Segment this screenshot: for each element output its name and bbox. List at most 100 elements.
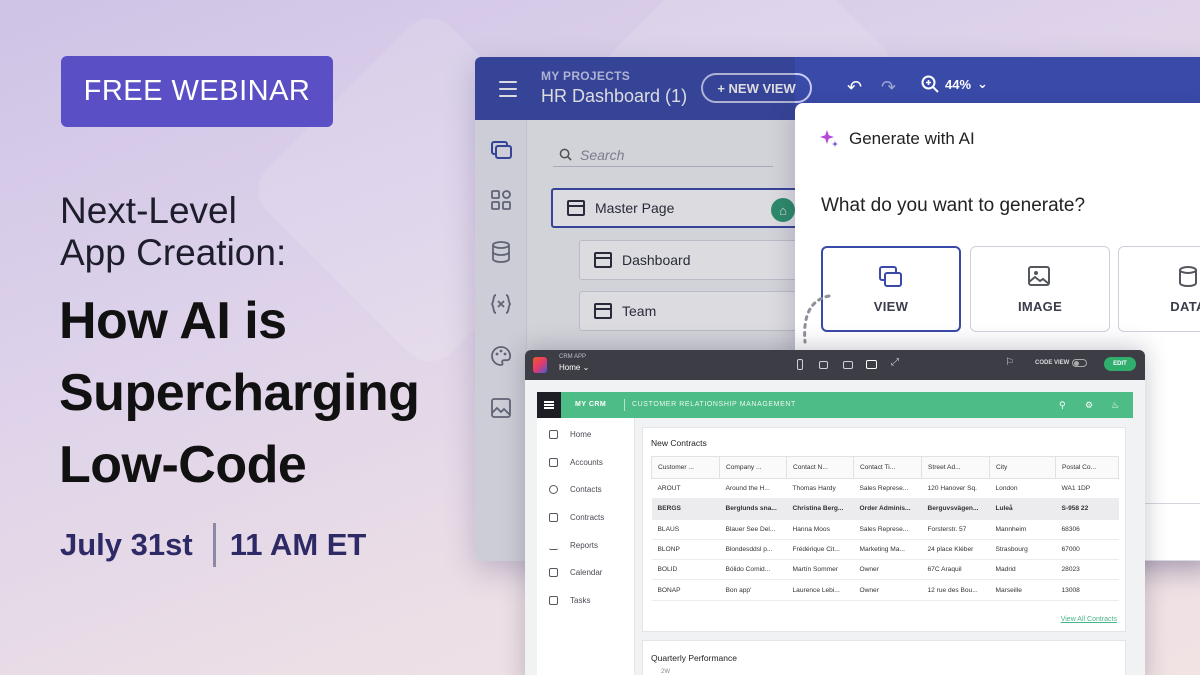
table-cell: Forsterstr. 57: [921, 519, 990, 540]
code-view-label: CODE VIEW: [1035, 360, 1070, 366]
fullscreen-icon[interactable]: ⤢: [891, 357, 899, 368]
column-header[interactable]: City: [989, 456, 1056, 479]
desktop-device-icon[interactable]: [866, 360, 877, 369]
table-cell: Christina Berg...: [786, 498, 854, 520]
zoom-in-icon: [921, 75, 939, 93]
table-cell: BONAP: [651, 579, 720, 601]
redo-icon[interactable]: ↷: [881, 77, 896, 98]
table-cell: Owner: [853, 559, 922, 581]
mobile-device-icon[interactable]: [797, 359, 803, 370]
column-header[interactable]: Company ...: [719, 456, 787, 479]
flag-icon[interactable]: ⚐: [1005, 357, 1014, 368]
crm-brand: MY CRM: [575, 401, 607, 408]
column-header[interactable]: Contact N...: [786, 456, 854, 479]
crm-editor-toolbar: CRM APP Home ⌄ ⤢ ⚐ CODE VIEW EDIT: [525, 350, 1145, 380]
zoom-level: 44%: [945, 76, 972, 92]
table-row[interactable]: BERGS Berglunds sna... Christina Berg... Or…: [651, 498, 1119, 520]
gear-icon[interactable]: ⚙: [1085, 400, 1093, 411]
generate-image-option[interactable]: IMAGE: [970, 246, 1110, 332]
table-cell: Bólido Comid...: [719, 559, 787, 581]
table-cell: Order Adminis...: [853, 498, 922, 520]
sidebar-item-accounts[interactable]: Accounts: [549, 458, 603, 467]
table-cell: Strasbourg: [989, 539, 1056, 561]
table-row[interactable]: BOLID Bólido Comid... Martín Sommer Owner 67…: [651, 559, 1119, 581]
table-cell: Around the H...: [719, 478, 787, 500]
table-cell: Mannheim: [989, 519, 1056, 540]
column-header[interactable]: Contact Ti...: [853, 456, 922, 479]
column-header[interactable]: Postal Co...: [1055, 456, 1119, 479]
menu-icon[interactable]: [537, 392, 561, 418]
bell-icon[interactable]: ♨: [1111, 400, 1119, 411]
table-row[interactable]: BLONP Blondesddsl p... Frédérique Cit... Ma…: [651, 539, 1119, 561]
crm-header-bar: MY CRM CUSTOMER RELATIONSHIP MANAGEMENT …: [537, 392, 1133, 418]
table-cell: Laurence Lebi...: [786, 579, 854, 601]
chart-label: 2W: [661, 669, 670, 675]
table-cell: BOLID: [651, 559, 720, 581]
subtitle-line: App Creation:: [60, 232, 287, 273]
quarterly-performance-card: Quarterly Performance 2W: [642, 640, 1126, 675]
sidebar-item-label: Reports: [570, 541, 599, 550]
person-icon: [549, 485, 558, 494]
sidebar-item-calendar[interactable]: Calendar: [549, 568, 602, 577]
option-label: DATA: [1170, 298, 1200, 314]
sparkle-icon: [820, 130, 838, 147]
table-cell: 28023: [1055, 559, 1119, 581]
crm-app-label: CRM APP: [559, 354, 587, 360]
chevron-down-icon: ⌄: [582, 363, 590, 372]
image-icon: [1028, 265, 1050, 286]
sidebar-item-contacts[interactable]: Contacts: [549, 485, 602, 494]
table-cell: Marketing Ma...: [853, 539, 922, 561]
laptop-device-icon[interactable]: [843, 361, 853, 369]
table-cell: WA1 1DP: [1055, 478, 1119, 500]
free-webinar-badge: FREE WEBINAR: [61, 56, 333, 127]
card-title: New Contracts: [651, 438, 707, 448]
table-row[interactable]: BONAP Bon app' Laurence Lebi... Owner 12 rue…: [651, 579, 1119, 601]
table-cell: Berglunds sna...: [719, 498, 787, 520]
sidebar-item-label: Tasks: [570, 596, 591, 605]
table-cell: Owner: [853, 579, 922, 601]
table-cell: London: [989, 478, 1056, 500]
ai-panel-title: Generate with AI: [819, 129, 975, 149]
search-icon[interactable]: ⚲: [1059, 400, 1066, 411]
webinar-schedule: July 31st 11 AM ET: [60, 522, 366, 568]
table-cell: S-958 22: [1055, 498, 1119, 520]
crm-page-selector[interactable]: Home ⌄: [559, 363, 589, 372]
card-title: Quarterly Performance: [651, 653, 737, 663]
building-icon: [549, 458, 558, 467]
sidebar-item-label: Contacts: [570, 485, 602, 494]
tablet-device-icon[interactable]: [819, 361, 828, 369]
webinar-date: July 31st: [60, 527, 193, 562]
column-header[interactable]: Street Ad...: [921, 456, 990, 479]
table-cell: 68306: [1055, 519, 1119, 540]
table-row[interactable]: AROUT Around the H... Thomas Hardy Sales Re…: [651, 478, 1119, 500]
sidebar-item-home[interactable]: Home: [549, 430, 591, 439]
option-label: VIEW: [873, 298, 909, 314]
table-cell: BERGS: [651, 498, 720, 520]
undo-icon[interactable]: ↶: [847, 77, 862, 98]
sidebar-item-contracts[interactable]: Contracts: [549, 513, 604, 522]
sidebar-item-label: Contracts: [570, 513, 605, 522]
view-all-contracts-link[interactable]: View All Contracts: [1061, 616, 1117, 623]
zoom-control[interactable]: 44% ⌄: [921, 75, 988, 93]
edit-button[interactable]: EDIT: [1104, 357, 1136, 371]
ai-question: What do you want to generate?: [821, 195, 1086, 216]
bar-chart-icon: [549, 541, 558, 550]
webinar-headline: How AI is Supercharging Low-Code: [59, 285, 420, 501]
column-header[interactable]: Customer ...: [651, 456, 720, 479]
inbox-icon: [549, 513, 558, 522]
sidebar-item-tasks[interactable]: Tasks: [549, 596, 590, 605]
home-icon: [549, 430, 558, 439]
database-icon: [1179, 265, 1197, 287]
option-label: IMAGE: [1017, 298, 1063, 314]
generate-data-option[interactable]: DATA: [1118, 246, 1200, 332]
table-cell: 67C Araquil: [921, 559, 990, 581]
table-cell: Sales Represe...: [853, 478, 922, 500]
code-view-toggle[interactable]: [1072, 359, 1087, 367]
webinar-time: 11 AM ET: [229, 527, 367, 562]
sidebar-item-reports[interactable]: Reports: [549, 541, 598, 550]
table-cell: 12 rue des Bou...: [921, 579, 990, 601]
table-cell: Berguvsvägen...: [921, 498, 990, 520]
sidebar-item-label: Home: [570, 430, 592, 439]
table-row[interactable]: BLAUS Blauer See Del... Hanna Moos Sales Re…: [651, 519, 1119, 540]
generate-view-option[interactable]: VIEW: [821, 246, 961, 332]
